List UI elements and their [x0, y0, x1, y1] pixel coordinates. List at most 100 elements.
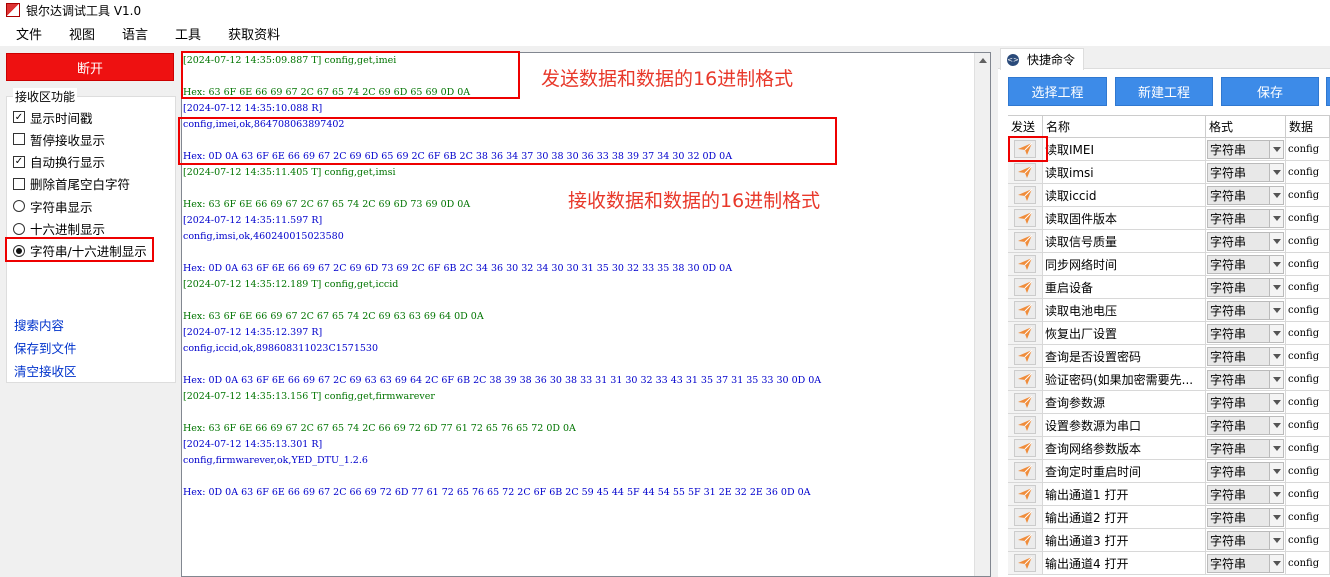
format-select[interactable]: 字符串 — [1207, 369, 1284, 389]
checkbox-icon[interactable]: ✓ — [13, 111, 25, 123]
hex-display-radio[interactable]: 十六进制显示 — [13, 219, 105, 239]
command-data[interactable]: config — [1286, 184, 1330, 207]
command-data[interactable]: config — [1286, 391, 1330, 414]
select-project-button[interactable]: 选择工程 — [1008, 77, 1107, 106]
format-select[interactable]: 字符串 — [1207, 438, 1284, 458]
command-name[interactable]: 同步网络时间 — [1043, 253, 1206, 276]
format-select[interactable]: 字符串 — [1207, 461, 1284, 481]
send-command-button[interactable] — [1014, 209, 1036, 227]
more-button[interactable] — [1326, 77, 1330, 106]
pause-receive-checkbox[interactable]: 暂停接收显示 — [13, 129, 105, 149]
format-select[interactable]: 字符串 — [1207, 139, 1284, 159]
chevron-down-icon[interactable] — [1269, 209, 1283, 227]
radio-icon[interactable] — [13, 200, 25, 213]
radio-icon[interactable] — [13, 222, 25, 235]
chevron-down-icon[interactable] — [1269, 393, 1283, 411]
send-command-button[interactable] — [1014, 255, 1036, 273]
command-data[interactable]: config — [1286, 483, 1330, 506]
menu-file[interactable]: 文件 — [16, 24, 42, 43]
command-name[interactable]: 读取IMEI — [1043, 138, 1206, 161]
menu-tools[interactable]: 工具 — [175, 24, 201, 43]
command-data[interactable]: config — [1286, 207, 1330, 230]
clear-receive-link[interactable]: 清空接收区 — [14, 361, 77, 380]
chevron-down-icon[interactable] — [1269, 439, 1283, 457]
send-command-button[interactable] — [1014, 370, 1036, 388]
auto-wrap-checkbox[interactable]: ✓ 自动换行显示 — [13, 152, 105, 172]
command-name[interactable]: 输出通道2 打开 — [1043, 506, 1206, 529]
search-content-link[interactable]: 搜索内容 — [14, 315, 64, 334]
command-name[interactable]: 读取电池电压 — [1043, 299, 1206, 322]
send-command-button[interactable] — [1014, 416, 1036, 434]
string-hex-display-radio[interactable]: 字符串/十六进制显示 — [13, 241, 147, 261]
chevron-down-icon[interactable] — [1269, 255, 1283, 273]
chevron-down-icon[interactable] — [1269, 462, 1283, 480]
command-name[interactable]: 设置参数源为串口 — [1043, 414, 1206, 437]
radio-icon[interactable] — [13, 244, 25, 257]
chevron-down-icon[interactable] — [1269, 485, 1283, 503]
command-data[interactable]: config — [1286, 368, 1330, 391]
command-data[interactable]: config — [1286, 299, 1330, 322]
command-name[interactable]: 查询参数源 — [1043, 391, 1206, 414]
disconnect-button[interactable]: 断开 — [6, 53, 174, 81]
send-command-button[interactable] — [1014, 186, 1036, 204]
format-select[interactable]: 字符串 — [1207, 277, 1284, 297]
send-command-button[interactable] — [1014, 439, 1036, 457]
chevron-down-icon[interactable] — [1269, 301, 1283, 319]
format-select[interactable]: 字符串 — [1207, 231, 1284, 251]
menu-view[interactable]: 视图 — [69, 24, 95, 43]
command-data[interactable]: config — [1286, 322, 1330, 345]
format-select[interactable]: 字符串 — [1207, 254, 1284, 274]
send-command-button[interactable] — [1014, 462, 1036, 480]
command-name[interactable]: 读取iccid — [1043, 184, 1206, 207]
format-select[interactable]: 字符串 — [1207, 162, 1284, 182]
chevron-down-icon[interactable] — [1269, 347, 1283, 365]
chevron-down-icon[interactable] — [1269, 416, 1283, 434]
menu-get-resources[interactable]: 获取资料 — [228, 24, 280, 43]
chevron-down-icon[interactable] — [1269, 554, 1283, 572]
menu-language[interactable]: 语言 — [122, 24, 148, 43]
chevron-down-icon[interactable] — [1269, 186, 1283, 204]
send-command-button[interactable] — [1014, 163, 1036, 181]
send-command-button[interactable] — [1014, 140, 1036, 158]
command-data[interactable]: config — [1286, 276, 1330, 299]
command-data[interactable]: config — [1286, 552, 1330, 575]
command-name[interactable]: 输出通道1 打开 — [1043, 483, 1206, 506]
save-to-file-link[interactable]: 保存到文件 — [14, 338, 77, 357]
command-data[interactable]: config — [1286, 437, 1330, 460]
save-button[interactable]: 保存 — [1221, 77, 1319, 106]
command-data[interactable]: config — [1286, 506, 1330, 529]
tab-quick-commands[interactable]: <> 快捷命令 — [1000, 48, 1084, 70]
checkbox-icon[interactable] — [13, 177, 25, 190]
format-select[interactable]: 字符串 — [1207, 415, 1284, 435]
command-name[interactable]: 重启设备 — [1043, 276, 1206, 299]
command-data[interactable]: config — [1286, 253, 1330, 276]
command-data[interactable]: config — [1286, 460, 1330, 483]
format-select[interactable]: 字符串 — [1207, 507, 1284, 527]
format-select[interactable]: 字符串 — [1207, 484, 1284, 504]
send-command-button[interactable] — [1014, 301, 1036, 319]
chevron-down-icon[interactable] — [1269, 508, 1283, 526]
chevron-down-icon[interactable] — [1269, 278, 1283, 296]
command-name[interactable]: 读取imsi — [1043, 161, 1206, 184]
format-select[interactable]: 字符串 — [1207, 185, 1284, 205]
chevron-down-icon[interactable] — [1269, 232, 1283, 250]
format-select[interactable]: 字符串 — [1207, 553, 1284, 573]
command-data[interactable]: config — [1286, 230, 1330, 253]
chevron-down-icon[interactable] — [1269, 370, 1283, 388]
checkbox-icon[interactable] — [13, 133, 25, 146]
chevron-down-icon[interactable] — [1269, 163, 1283, 181]
chevron-down-icon[interactable] — [1269, 324, 1283, 342]
send-command-button[interactable] — [1014, 531, 1036, 549]
command-name[interactable]: 读取信号质量 — [1043, 230, 1206, 253]
send-command-button[interactable] — [1014, 393, 1036, 411]
command-data[interactable]: config — [1286, 529, 1330, 552]
format-select[interactable]: 字符串 — [1207, 346, 1284, 366]
command-data[interactable]: config — [1286, 161, 1330, 184]
command-name[interactable]: 读取固件版本 — [1043, 207, 1206, 230]
command-data[interactable]: config — [1286, 345, 1330, 368]
chevron-down-icon[interactable] — [1269, 531, 1283, 549]
send-command-button[interactable] — [1014, 232, 1036, 250]
send-command-button[interactable] — [1014, 324, 1036, 342]
format-select[interactable]: 字符串 — [1207, 392, 1284, 412]
string-display-radio[interactable]: 字符串显示 — [13, 196, 93, 216]
